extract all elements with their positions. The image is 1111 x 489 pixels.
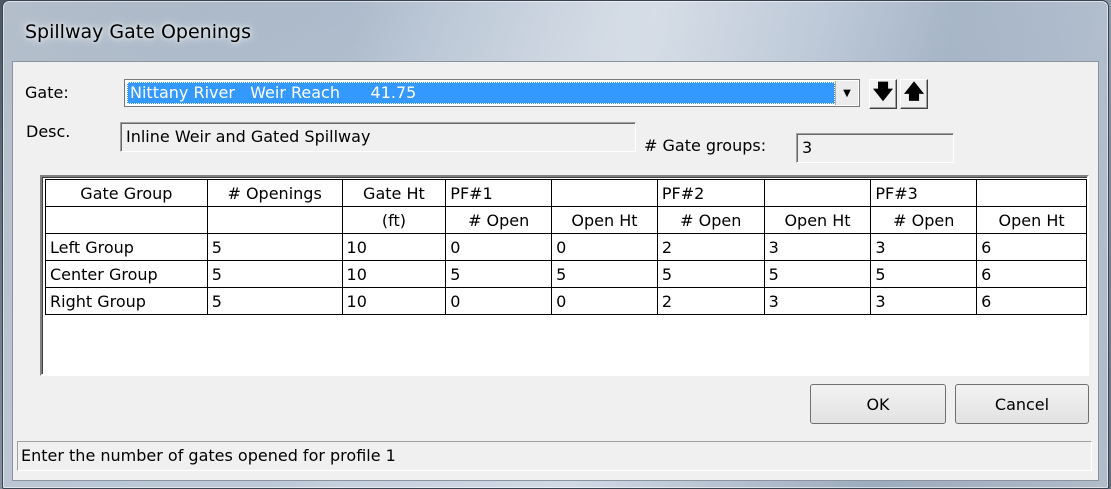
grid-cell[interactable]: 5 (445, 260, 553, 288)
table-row: Center Group 5 10 5 5 5 5 5 6 (45, 260, 1087, 288)
grid-cell[interactable]: 5 (870, 260, 978, 288)
dialog-window: Spillway Gate Openings Gate: Nittany Riv… (2, 0, 1109, 489)
grid-cell[interactable]: 5 (551, 260, 658, 288)
gate-label: Gate: (25, 83, 69, 102)
move-up-button[interactable]: 🡅 (900, 79, 928, 109)
gate-groups-label: # Gate groups: (644, 136, 767, 155)
column-header (45, 206, 208, 234)
window-title: Spillway Gate Openings (25, 21, 251, 43)
column-header: # Open (870, 206, 978, 234)
title-bar[interactable]: Spillway Gate Openings (3, 1, 1108, 61)
grid-cell[interactable]: 5 (206, 233, 343, 261)
grid-cell[interactable]: Left Group (45, 233, 208, 261)
grid-cell[interactable]: 6 (976, 287, 1087, 315)
grid-header-row: Gate Group # Openings Gate Ht PF#1 PF#2 PF#3 (45, 179, 1087, 207)
grid-cell[interactable]: 0 (551, 287, 658, 315)
grid-cell[interactable]: 6 (976, 260, 1087, 288)
arrow-up-icon: 🡅 (903, 79, 925, 103)
column-header (551, 179, 658, 207)
column-header: PF#2 (656, 179, 765, 207)
status-bar: Enter the number of gates opened for pro… (17, 441, 1092, 471)
column-header: Gate Ht (341, 179, 447, 207)
grid-cell[interactable]: Right Group (45, 287, 208, 315)
column-header: Open Ht (976, 206, 1087, 234)
grid-cell[interactable]: 5 (763, 260, 872, 288)
dialog-client-area: Gate: Nittany River Weir Reach 41.75 ▼ 🡇… (12, 61, 1099, 481)
grid-cell[interactable]: 5 (206, 287, 343, 315)
grid-cell[interactable]: 3 (870, 287, 978, 315)
grid-cell[interactable]: 3 (763, 233, 872, 261)
column-header (206, 206, 343, 234)
column-header: PF#3 (870, 179, 978, 207)
gate-dropdown-value: Nittany River Weir Reach 41.75 (127, 82, 835, 104)
grid-cell[interactable]: 6 (976, 233, 1087, 261)
gate-groups-field: 3 (796, 133, 954, 163)
column-header: (ft) (341, 206, 447, 234)
grid-cell[interactable]: 10 (341, 287, 447, 315)
grid-cell[interactable]: 0 (551, 233, 658, 261)
column-header: # Open (656, 206, 765, 234)
grid-cell[interactable]: 5 (206, 260, 343, 288)
gate-openings-grid: Gate Group # Openings Gate Ht PF#1 PF#2 PF#3(… (40, 175, 1089, 376)
grid-cell[interactable]: 3 (763, 287, 872, 315)
column-header: Open Ht (763, 206, 872, 234)
grid-cell[interactable]: 2 (656, 287, 765, 315)
ok-button[interactable]: OK (810, 384, 946, 424)
grid-table: Gate Group # Openings Gate Ht PF#1 PF#2 PF#3(… (45, 179, 1087, 315)
grid-cell[interactable]: 0 (445, 287, 553, 315)
grid-cell[interactable]: 3 (870, 233, 978, 261)
column-header (976, 179, 1087, 207)
grid-cell[interactable]: 10 (341, 260, 447, 288)
gate-dropdown[interactable]: Nittany River Weir Reach 41.75 ▼ (124, 79, 860, 107)
grid-cell[interactable]: Center Group (45, 260, 208, 288)
grid-header-row: (ft) # Open Open Ht # Open Open Ht # Open Open… (45, 206, 1087, 234)
description-field: Inline Weir and Gated Spillway (120, 122, 636, 152)
column-header (763, 179, 872, 207)
move-down-button[interactable]: 🡇 (869, 79, 897, 109)
cancel-button[interactable]: Cancel (955, 384, 1089, 424)
grid-cell[interactable]: 2 (656, 233, 765, 261)
column-header: Gate Group (45, 179, 208, 207)
chevron-down-icon[interactable]: ▼ (835, 81, 858, 105)
grid-cell[interactable]: 10 (341, 233, 447, 261)
grid-cell[interactable]: 0 (445, 233, 553, 261)
column-header: Open Ht (551, 206, 658, 234)
table-row: Right Group 5 10 0 0 2 3 3 6 (45, 287, 1087, 315)
column-header: # Open (445, 206, 553, 234)
grid-cell[interactable]: 5 (656, 260, 765, 288)
table-row: Left Group 5 10 0 0 2 3 3 6 (45, 233, 1087, 261)
arrow-down-icon: 🡇 (872, 79, 894, 103)
column-header: # Openings (206, 179, 343, 207)
column-header: PF#1 (445, 179, 553, 207)
desc-label: Desc. (26, 122, 71, 141)
